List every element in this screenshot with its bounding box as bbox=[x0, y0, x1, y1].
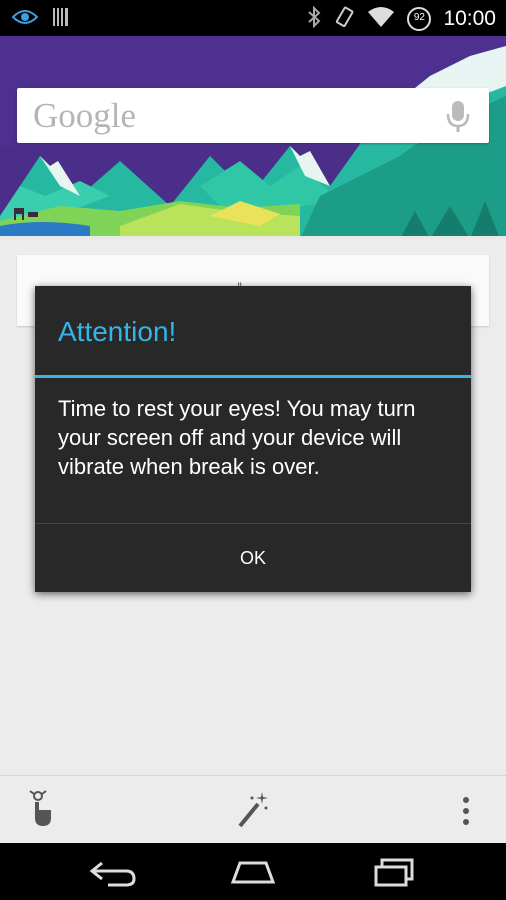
navigation-bar bbox=[0, 843, 506, 900]
ok-button[interactable]: OK bbox=[35, 524, 471, 592]
barcode-icon bbox=[52, 7, 70, 31]
attention-dialog: Attention! Time to rest your eyes! You m… bbox=[35, 286, 471, 592]
eye-icon bbox=[11, 8, 39, 30]
search-bar[interactable]: Google bbox=[17, 88, 489, 143]
dialog-title: Attention! bbox=[58, 316, 177, 347]
back-icon[interactable] bbox=[88, 857, 138, 891]
magic-wand-icon[interactable] bbox=[236, 790, 270, 832]
overflow-menu-icon[interactable] bbox=[459, 796, 473, 830]
google-logo: Google bbox=[33, 96, 137, 135]
battery-icon: 92 bbox=[407, 7, 432, 31]
vibrate-icon bbox=[333, 6, 355, 32]
bluetooth-icon bbox=[307, 5, 321, 32]
mic-icon[interactable] bbox=[445, 100, 471, 138]
recents-icon[interactable] bbox=[372, 857, 416, 891]
wifi-icon bbox=[367, 6, 395, 32]
dialog-message: Time to rest your eyes! You may turn you… bbox=[58, 396, 416, 479]
reminder-finger-icon[interactable] bbox=[26, 790, 54, 832]
clock: 10:00 bbox=[443, 7, 496, 30]
dialog-title-divider bbox=[35, 375, 471, 378]
battery-level: 92 bbox=[413, 12, 425, 23]
bottom-toolbar bbox=[0, 775, 506, 844]
home-icon[interactable] bbox=[230, 860, 276, 888]
status-bar: 92 10:00 bbox=[0, 0, 506, 36]
